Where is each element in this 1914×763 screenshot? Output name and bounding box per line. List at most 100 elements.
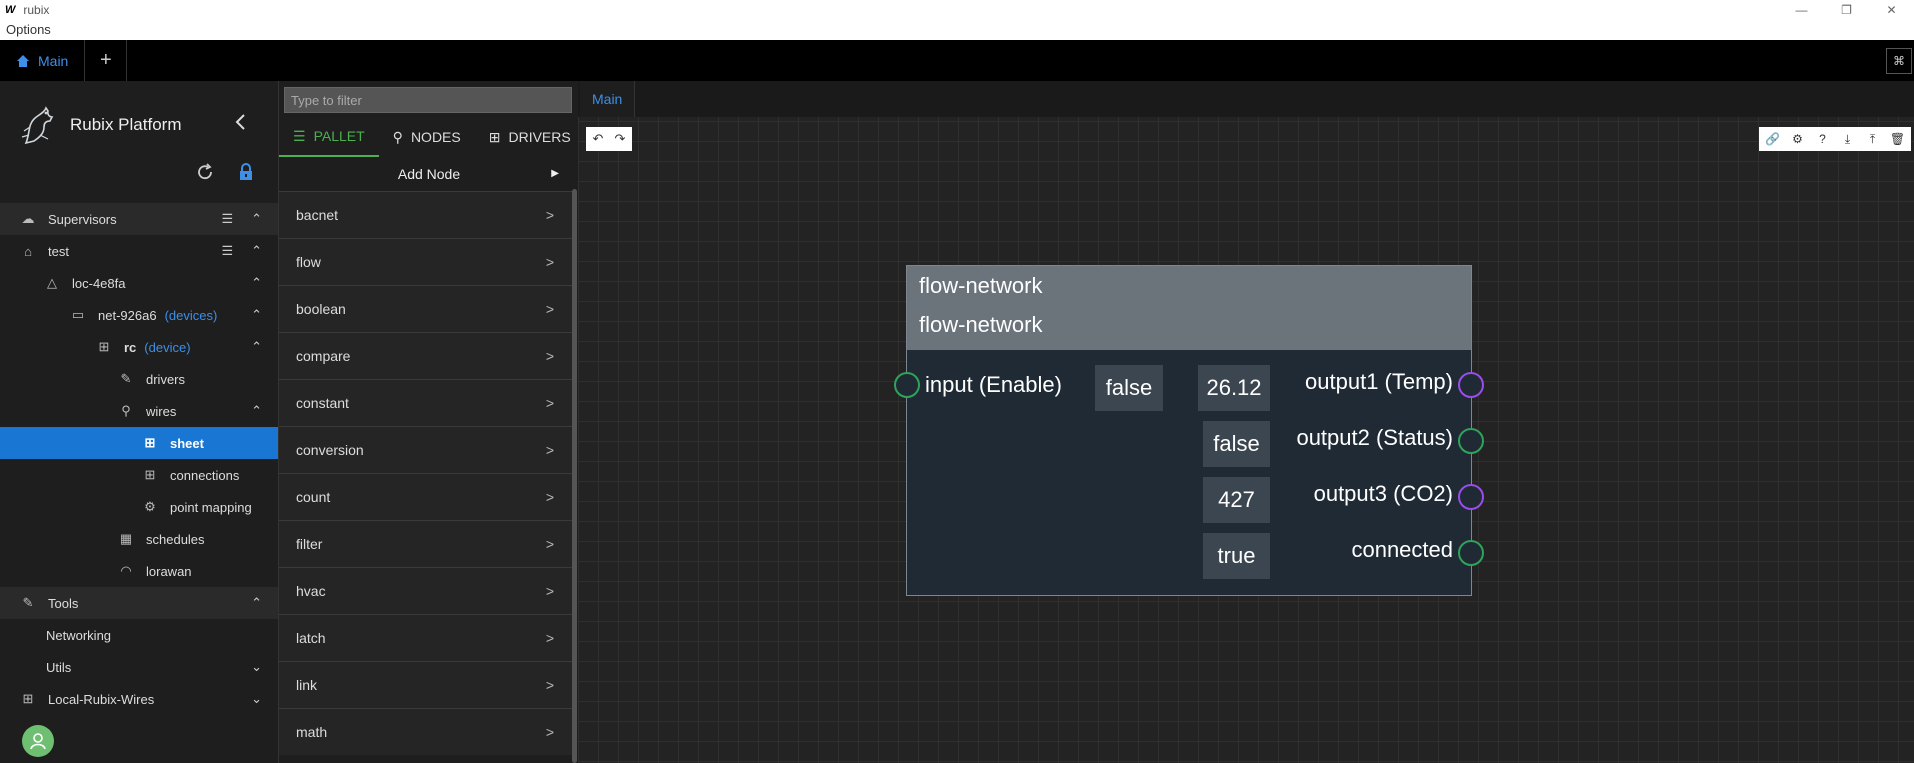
menu-icon[interactable]: ☰ bbox=[221, 211, 233, 227]
add-node-header[interactable]: Add Node ▶ bbox=[279, 157, 579, 191]
help-icon[interactable]: ? bbox=[1811, 129, 1834, 149]
filter-input[interactable]: Type to filter bbox=[284, 87, 572, 113]
undo-redo-toolbar: ↶ ↷ bbox=[586, 127, 632, 151]
list-item[interactable]: filter > bbox=[279, 520, 572, 567]
window-titlebar: W rubix — ❐ ✕ bbox=[0, 0, 1914, 20]
brand-name: Rubix Platform bbox=[70, 115, 182, 134]
home-icon bbox=[17, 54, 29, 67]
redo-icon[interactable]: ↷ bbox=[610, 129, 630, 149]
connections-icon: ⊞ bbox=[144, 467, 156, 482]
add-tab-button[interactable]: + bbox=[85, 40, 128, 81]
list-item[interactable]: compare > bbox=[279, 332, 572, 379]
list-item[interactable]: math > bbox=[279, 708, 572, 755]
chevron-right-icon: > bbox=[545, 724, 554, 740]
sidebar-item-network[interactable]: ▭ net-926a6 (devices) ⌃ bbox=[0, 299, 278, 331]
sidebar-item-drivers[interactable]: ✎ drivers bbox=[0, 363, 278, 395]
wire-canvas[interactable]: Main ↶ ↷ 🔗 ⚙ ? ⤓ ⤒ 🗑 flow-network flow-n… bbox=[578, 81, 1914, 763]
sidebar-item-test[interactable]: ⌂ test ☰ ⌃ bbox=[0, 235, 278, 267]
restore-button[interactable]: ❐ bbox=[1824, 0, 1869, 20]
minimize-button[interactable]: — bbox=[1779, 0, 1824, 20]
list-item[interactable]: link > bbox=[279, 661, 572, 708]
sidebar-item-location[interactable]: △ loc-4e8fa ⌃ bbox=[0, 267, 278, 299]
sidebar-item-point-mapping[interactable]: ⚙ point mapping bbox=[0, 491, 278, 523]
sheet-icon: ⊞ bbox=[144, 435, 156, 450]
chevron-down-icon[interactable]: ⌄ bbox=[251, 691, 262, 707]
sidebar-item-local-rubix-wires[interactable]: ⊞ Local-Rubix-Wires ⌄ bbox=[0, 683, 278, 715]
layout-toggle-icon[interactable]: ⌘ bbox=[1886, 48, 1912, 74]
flow-network-node[interactable]: flow-network flow-network input (Enable)… bbox=[894, 265, 1484, 596]
tab-drivers[interactable]: ⊞ DRIVERS bbox=[475, 117, 585, 157]
list-item[interactable]: conversion > bbox=[279, 426, 572, 473]
list-item[interactable]: hvac > bbox=[279, 567, 572, 614]
list-item-label: boolean bbox=[296, 301, 346, 317]
delete-icon[interactable]: 🗑 bbox=[1886, 129, 1909, 149]
close-button[interactable]: ✕ bbox=[1869, 0, 1914, 20]
sidebar-item-supervisors[interactable]: ☁ Supervisors ☰ ⌃ bbox=[0, 203, 278, 235]
chevron-up-icon[interactable]: ⌃ bbox=[251, 595, 262, 611]
nodes-icon: ⚲ bbox=[392, 128, 403, 145]
pallet-scrollbar[interactable] bbox=[572, 189, 577, 763]
output3-port[interactable] bbox=[1458, 484, 1484, 510]
sidebar-item-schedules[interactable]: ▦ schedules bbox=[0, 523, 278, 555]
output2-value: false bbox=[1203, 421, 1270, 467]
output3-label: output3 (CO2) bbox=[1313, 481, 1453, 506]
menu-icon[interactable]: ☰ bbox=[221, 243, 233, 259]
list-item[interactable]: constant > bbox=[279, 379, 572, 426]
list-item[interactable]: latch > bbox=[279, 614, 572, 661]
sidebar-item-lorawan[interactable]: ◠ lorawan bbox=[0, 555, 278, 587]
upload-icon[interactable]: ⤒ bbox=[1861, 129, 1884, 149]
tab-pallet-label: PALLET bbox=[313, 128, 365, 144]
frog-logo-icon bbox=[21, 106, 54, 145]
list-item-label: filter bbox=[296, 536, 323, 552]
sidebar-item-device[interactable]: ⊞ rc (device) ⌃ bbox=[0, 331, 278, 363]
chevron-up-icon[interactable]: ⌃ bbox=[251, 403, 262, 419]
output1-port[interactable] bbox=[1458, 372, 1484, 398]
drivers-icon: ⊞ bbox=[488, 128, 501, 145]
chevron-up-icon[interactable]: ⌃ bbox=[251, 243, 262, 259]
list-item-label: latch bbox=[296, 630, 326, 646]
list-item-label: conversion bbox=[296, 442, 364, 458]
tab-main[interactable]: Main bbox=[0, 40, 86, 81]
location-icon: △ bbox=[47, 275, 57, 290]
chevron-up-icon[interactable]: ⌃ bbox=[251, 307, 262, 323]
add-node-label: Add Node bbox=[397, 166, 461, 182]
calendar-icon: ▦ bbox=[119, 531, 133, 546]
undo-icon[interactable]: ↶ bbox=[588, 129, 608, 149]
sidebar-tools bbox=[196, 163, 254, 186]
chevron-up-icon[interactable]: ⌃ bbox=[251, 339, 262, 355]
input-value[interactable]: false bbox=[1095, 365, 1163, 411]
sidebar-item-wires[interactable]: ⚲ wires ⌃ bbox=[0, 395, 278, 427]
network-tag[interactable]: (devices) bbox=[165, 308, 218, 323]
gear-icon[interactable]: ⚙ bbox=[1786, 129, 1809, 149]
chevron-up-icon[interactable]: ⌃ bbox=[251, 211, 262, 227]
menu-options[interactable]: Options bbox=[6, 22, 51, 37]
sidebar-item-utils[interactable]: Utils ⌄ bbox=[0, 651, 278, 683]
sidebar-item-connections[interactable]: ⊞ connections bbox=[0, 459, 278, 491]
chevron-up-icon[interactable]: ⌃ bbox=[251, 275, 262, 291]
list-item[interactable]: count > bbox=[279, 473, 572, 520]
tab-canvas-main[interactable]: Main bbox=[580, 81, 636, 117]
connected-port[interactable] bbox=[1458, 540, 1484, 566]
list-item[interactable]: flow > bbox=[279, 238, 572, 285]
list-item[interactable]: bacnet > bbox=[279, 191, 572, 238]
link-icon[interactable]: 🔗 bbox=[1761, 129, 1784, 149]
sidebar-item-sheet[interactable]: ⊞ sheet bbox=[0, 427, 278, 459]
chevron-down-icon[interactable]: ⌄ bbox=[251, 659, 262, 675]
download-icon[interactable]: ⤓ bbox=[1836, 129, 1859, 149]
tab-nodes[interactable]: ⚲ NODES bbox=[379, 117, 475, 157]
refresh-icon[interactable] bbox=[196, 163, 214, 186]
sidebar-item-networking[interactable]: Networking bbox=[0, 619, 278, 651]
collapse-sidebar-icon[interactable] bbox=[234, 113, 246, 136]
chevron-right-icon: > bbox=[545, 442, 554, 458]
lock-icon[interactable] bbox=[238, 163, 254, 186]
sidebar-item-tools[interactable]: ✎ Tools ⌃ bbox=[0, 587, 278, 619]
input-port[interactable] bbox=[894, 372, 920, 398]
output2-port[interactable] bbox=[1458, 428, 1484, 454]
list-item[interactable]: boolean > bbox=[279, 285, 572, 332]
device-tag[interactable]: (device) bbox=[144, 340, 190, 355]
tab-pallet[interactable]: ☰ PALLET bbox=[279, 117, 379, 157]
list-item-label: constant bbox=[296, 395, 349, 411]
avatar[interactable] bbox=[22, 725, 54, 757]
node-header[interactable]: flow-network flow-network bbox=[907, 266, 1471, 350]
sidebar-item-label: Utils bbox=[46, 659, 72, 675]
